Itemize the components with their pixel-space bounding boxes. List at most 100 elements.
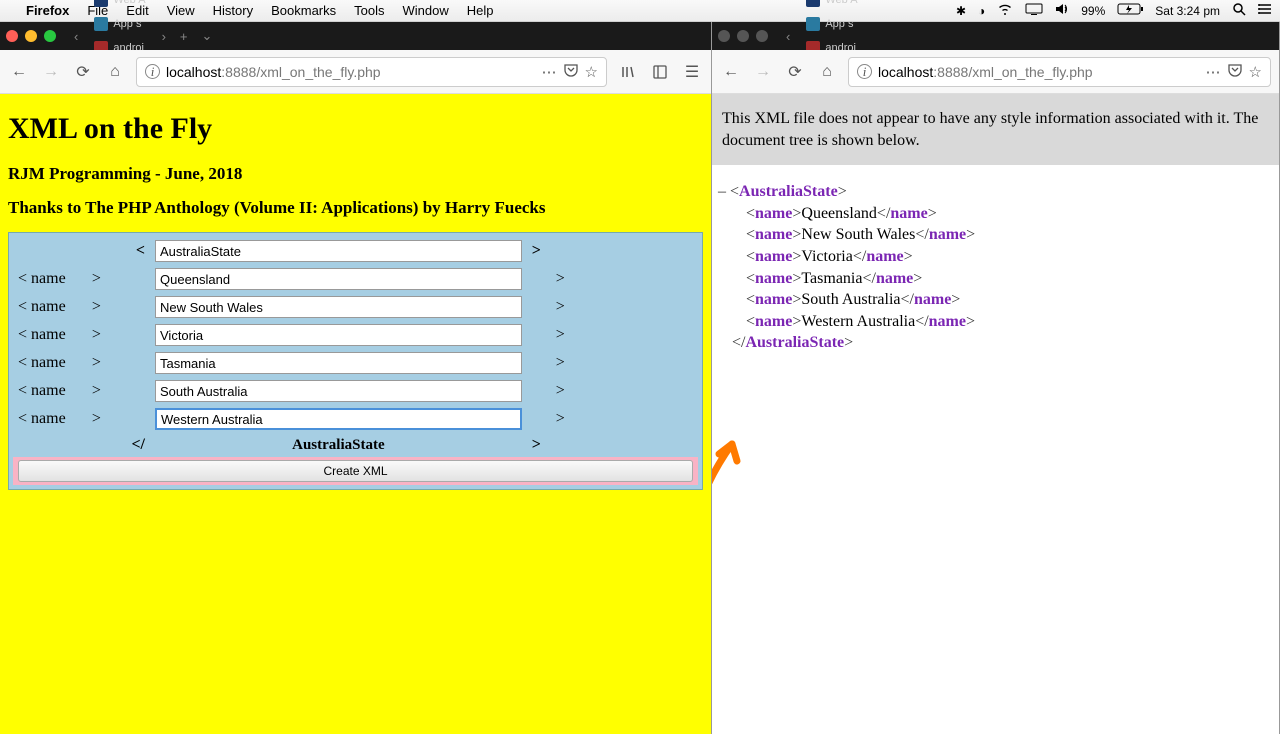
url-field[interactable]: i localhost:8888/xml_on_the_fly.php ⋯ ☆ [136,57,607,87]
child-open: < name [18,298,66,315]
tab-forward-icon[interactable]: › [156,29,172,44]
child-open: < name [18,270,66,287]
xml-node: <name>Victoria</name> [718,246,1273,268]
favicon [806,17,820,31]
volume-icon[interactable] [1055,3,1069,18]
child-close-gt: > [556,410,565,427]
tab-new-icon[interactable]: + [174,29,194,44]
child-close-gt: > [556,326,565,343]
create-xml-button[interactable]: Create XML [18,460,693,482]
xml-root-open: AustraliaState [739,183,838,200]
page-title: XML on the Fly [8,112,703,146]
forward-button[interactable]: → [752,61,774,83]
xml-tree: –<AustraliaState> <name>Queensland</name… [712,165,1279,370]
more-icon[interactable]: ⋯ [1206,63,1221,81]
pocket-icon[interactable] [1227,62,1243,82]
tab-strip: ‹ New TWeb AApp sandroiGooglloc× [712,22,1279,50]
browser-window-right: ‹ New TWeb AApp sandroiGooglloc× ← → ⟳ ⌂… [712,22,1280,734]
menubar-app[interactable]: Firefox [26,3,69,18]
tab-label: Web A [825,0,857,6]
url-toolbar: ← → ⟳ ⌂ i localhost:8888/xml_on_the_fly.… [0,50,711,94]
menu-history[interactable]: History [213,3,253,18]
home-button[interactable]: ⌂ [104,61,126,83]
tab-menu-icon[interactable]: ⌄ [196,28,219,44]
reload-button[interactable]: ⟳ [72,61,94,83]
hamburger-icon[interactable]: ☰ [681,61,703,83]
child-open: < name [18,410,66,427]
url-field[interactable]: i localhost:8888/xml_on_the_fly.php ⋯ ☆ [848,57,1271,87]
child-open-gt: > [92,354,101,371]
root-close-gt: > [527,433,698,457]
menu-icon[interactable] [1258,3,1272,18]
xml-node: <name>South Australia</name> [718,289,1273,311]
child-close: > [532,382,565,399]
site-info-icon[interactable]: i [857,64,872,79]
window-controls[interactable] [6,30,56,42]
child-open: < name [18,354,66,371]
child-close: > [532,298,565,315]
more-icon[interactable]: ⋯ [542,63,557,81]
bookmark-icon[interactable]: ☆ [1249,63,1262,81]
xml-node: <name>Western Australia</name> [718,311,1273,333]
pocket-icon[interactable] [563,62,579,82]
root-close-lt: </ [13,433,150,457]
status-icon[interactable]: ◑ [978,4,985,18]
browser-tab[interactable]: App s [86,12,153,36]
child-value-input[interactable] [155,380,522,402]
clock[interactable]: Sat 3:24 pm [1155,4,1220,18]
menu-help[interactable]: Help [467,3,494,18]
bookmark-icon[interactable]: ☆ [585,63,598,81]
menu-view[interactable]: View [167,3,195,18]
child-close: > [532,326,565,343]
root-open-lt: < [13,237,150,265]
reload-button[interactable]: ⟳ [784,61,806,83]
url-toolbar: ← → ⟳ ⌂ i localhost:8888/xml_on_the_fly.… [712,50,1279,94]
page-credits: Thanks to The PHP Anthology (Volume II: … [8,198,703,218]
child-open-gt: > [92,410,101,427]
menu-bookmarks[interactable]: Bookmarks [271,3,336,18]
wifi-icon[interactable] [997,3,1013,18]
browser-tab[interactable]: Web A [798,0,865,12]
child-close: > [532,270,565,287]
xml-form: < > < name > > < name > > < name > > < name… [8,232,703,490]
xml-root-close: AustraliaState [745,334,844,351]
root-tag-input[interactable] [155,240,522,262]
xml-node: <name>Tasmania</name> [718,268,1273,290]
sidebar-icon[interactable] [649,61,671,83]
child-open: < name [18,326,66,343]
annotation-arrow [712,429,757,524]
favicon [94,0,108,7]
back-button[interactable]: ← [8,61,30,83]
child-value-input[interactable] [155,352,522,374]
browser-tab[interactable]: App s [798,12,865,36]
favicon [806,0,820,7]
child-value-input[interactable] [155,268,522,290]
child-value-input[interactable] [155,296,522,318]
library-icon[interactable] [617,61,639,83]
browser-tab[interactable]: Web A [86,0,153,12]
window-controls[interactable] [718,30,768,42]
menu-tools[interactable]: Tools [354,3,384,18]
page-content-right: This XML file does not appear to have an… [712,94,1279,734]
child-value-input[interactable] [155,324,522,346]
collapse-toggle[interactable]: – [718,183,730,200]
spotlight-icon[interactable] [1232,2,1246,19]
back-button[interactable]: ← [720,61,742,83]
child-close-gt: > [556,270,565,287]
site-info-icon[interactable]: i [145,64,160,79]
battery-icon[interactable] [1117,3,1143,18]
root-open-gt: > [527,237,698,265]
child-close-gt: > [556,298,565,315]
child-close-gt: > [556,354,565,371]
forward-button[interactable]: → [40,61,62,83]
home-button[interactable]: ⌂ [816,61,838,83]
tab-back-icon[interactable]: ‹ [780,29,796,44]
menu-window[interactable]: Window [403,3,449,18]
child-value-input[interactable] [155,408,522,430]
status-icon[interactable]: ✱ [956,4,966,18]
tab-back-icon[interactable]: ‹ [68,29,84,44]
display-icon[interactable] [1025,3,1043,18]
child-close: > [532,354,565,371]
xml-node: <name>New South Wales</name> [718,224,1273,246]
child-open-gt: > [92,326,101,343]
